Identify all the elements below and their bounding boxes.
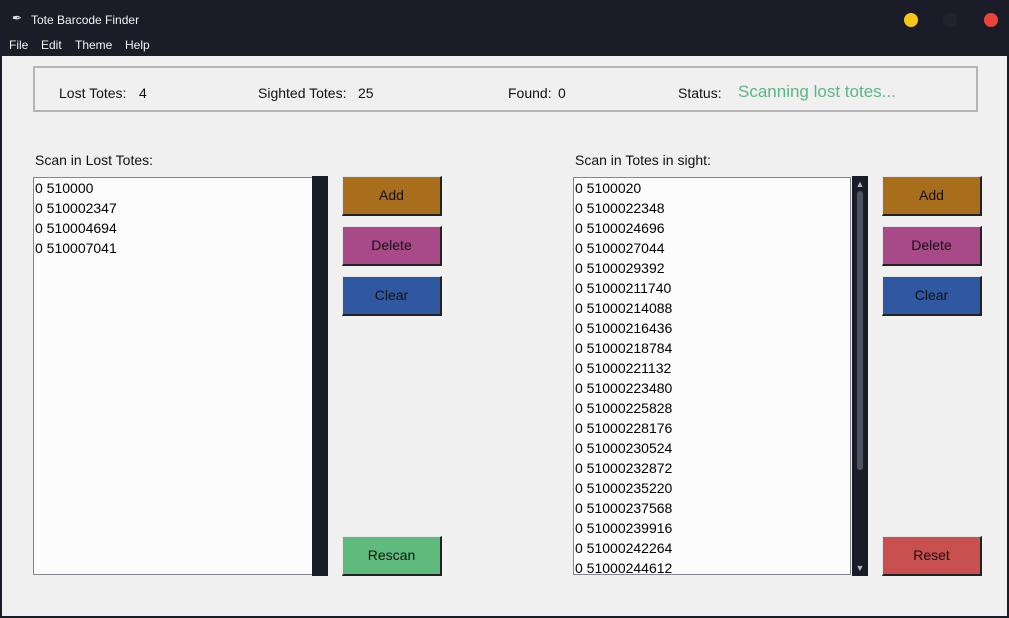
scroll-down-icon[interactable]: ▼ — [852, 561, 868, 575]
lost-totes-list[interactable]: 0 510000 0 510002347 0 510004694 0 51000704… — [33, 177, 313, 575]
list-item[interactable]: 0 5100029392 — [574, 258, 850, 278]
sighted-add-button[interactable]: Add — [882, 176, 982, 216]
found-label: Found: — [508, 85, 552, 101]
list-item[interactable]: 0 51000239916 — [574, 518, 850, 538]
list-item[interactable]: 0 51000230524 — [574, 438, 850, 458]
list-item[interactable]: 0 51000242264 — [574, 538, 850, 558]
menu-theme[interactable]: Theme — [75, 38, 112, 52]
list-item[interactable]: 0 5100022348 — [574, 198, 850, 218]
sighted-delete-button[interactable]: Delete — [882, 226, 982, 266]
maximize-button[interactable] — [943, 13, 957, 27]
found-count: 0 — [558, 85, 566, 101]
list-item[interactable]: 0 51000232872 — [574, 458, 850, 478]
list-item[interactable]: 0 51000216436 — [574, 318, 850, 338]
list-item[interactable]: 0 510002347 — [34, 198, 312, 218]
feather-icon: ✒ — [12, 11, 23, 25]
list-item[interactable]: 0 51000237568 — [574, 498, 850, 518]
sighted-totes-label: Sighted Totes: — [258, 85, 347, 101]
list-item[interactable]: 0 51000223480 — [574, 378, 850, 398]
minimize-button[interactable] — [904, 13, 918, 27]
menu-edit[interactable]: Edit — [41, 38, 62, 52]
lost-add-button[interactable]: Add — [342, 176, 442, 216]
list-item[interactable]: 0 51000211740 — [574, 278, 850, 298]
menu-bar: File Edit Theme Help — [0, 36, 1009, 56]
sighted-totes-section-label: Scan in Totes in sight: — [575, 152, 711, 168]
list-item[interactable]: 0 5100020 — [574, 178, 850, 198]
list-item[interactable]: 0 51000218784 — [574, 338, 850, 358]
status-label: Status: — [678, 85, 722, 101]
menu-help[interactable]: Help — [125, 38, 150, 52]
list-item[interactable]: 0 510000 — [34, 178, 312, 198]
lost-delete-button[interactable]: Delete — [342, 226, 442, 266]
scrollbar-thumb[interactable] — [857, 191, 863, 470]
sighted-totes-list[interactable]: 0 5100020 0 5100022348 0 5100024696 0 51000… — [573, 177, 851, 575]
lost-totes-section-label: Scan in Lost Totes: — [35, 152, 154, 168]
sighted-totes-scrollbar[interactable]: ▲ ▼ — [852, 176, 868, 576]
lost-totes-scrollbar[interactable] — [312, 176, 328, 576]
list-item[interactable]: 0 51000214088 — [574, 298, 850, 318]
lost-totes-count: 4 — [139, 85, 147, 101]
list-item[interactable]: 0 51000225828 — [574, 398, 850, 418]
sighted-clear-button[interactable]: Clear — [882, 276, 982, 316]
menu-file[interactable]: File — [9, 38, 28, 52]
list-item[interactable]: 0 5100027044 — [574, 238, 850, 258]
list-item[interactable]: 0 51000235220 — [574, 478, 850, 498]
status-message: Scanning lost totes... — [738, 82, 896, 101]
main-content: Lost Totes: 4 Sighted Totes: 25 Found: 0… — [2, 56, 1007, 616]
scroll-up-icon[interactable]: ▲ — [852, 177, 868, 191]
rescan-button[interactable]: Rescan — [342, 536, 442, 576]
reset-button[interactable]: Reset — [882, 536, 982, 576]
list-item[interactable]: 0 510004694 — [34, 218, 312, 238]
list-item[interactable]: 0 510007041 — [34, 238, 312, 258]
title-bar: ✒ Tote Barcode Finder — [0, 0, 1009, 36]
lost-totes-label: Lost Totes: — [59, 85, 127, 101]
list-item[interactable]: 0 5100024696 — [574, 218, 850, 238]
lost-clear-button[interactable]: Clear — [342, 276, 442, 316]
status-panel: Lost Totes: 4 Sighted Totes: 25 Found: 0… — [33, 66, 978, 112]
close-button[interactable] — [984, 13, 998, 27]
list-item[interactable]: 0 51000221132 — [574, 358, 850, 378]
sighted-totes-count: 25 — [358, 85, 374, 101]
list-item[interactable]: 0 51000228176 — [574, 418, 850, 438]
list-item[interactable]: 0 51000244612 — [574, 558, 850, 574]
window-title: Tote Barcode Finder — [31, 13, 140, 27]
